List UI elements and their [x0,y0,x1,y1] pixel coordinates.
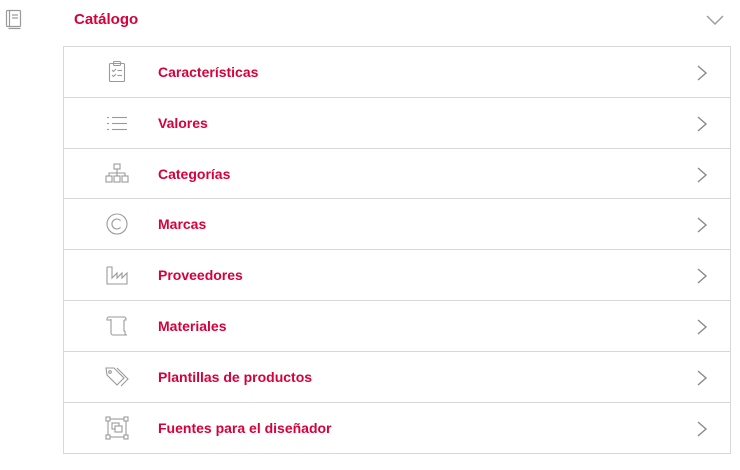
book-icon [3,8,25,30]
catalog-submenu: Características Valores Categorías Marca… [63,46,731,455]
menu-item-categorias[interactable]: Categorías [64,149,730,200]
menu-item-valores[interactable]: Valores [64,98,730,149]
menu-item-materiales[interactable]: Materiales [64,301,730,352]
factory-icon [104,263,130,287]
chevron-right-icon [696,115,708,133]
menu-item-marcas[interactable]: Marcas [64,199,730,251]
chevron-right-icon [696,267,708,285]
frame-layers-icon [104,416,130,440]
chevron-right-icon [696,64,708,82]
chevron-right-icon [696,166,708,184]
clipboard-checklist-icon [104,60,130,84]
section-title[interactable]: Catálogo [74,10,138,30]
menu-item-label: Proveedores [158,267,243,284]
menu-item-label: Características [158,64,259,80]
chevron-down-icon[interactable] [705,12,725,28]
chevron-right-icon [696,369,708,387]
menu-item-label: Marcas [158,216,207,233]
chevron-right-icon [696,216,708,234]
copyright-icon [104,212,130,236]
chevron-right-icon [696,420,708,438]
menu-item-label: Materiales [158,317,227,334]
menu-item-label: Fuentes para el diseñador [158,419,332,436]
menu-item-plantillas[interactable]: Plantillas de productos [64,352,730,403]
sitemap-icon [104,162,130,186]
menu-item-label: Valores [158,114,208,131]
tags-icon [104,365,130,389]
menu-item-proveedores[interactable]: Proveedores [64,250,730,301]
list-icon [104,111,130,135]
menu-item-caracteristicas[interactable]: Características [64,47,730,98]
menu-item-label: Plantillas de productos [158,368,313,385]
menu-item-fuentes[interactable]: Fuentes para el diseñador [64,403,730,454]
chevron-right-icon [696,318,708,336]
menu-item-label: Categorías [158,165,231,182]
scroll-icon [104,314,130,338]
catalog-section-header[interactable]: Catálogo [0,0,740,44]
